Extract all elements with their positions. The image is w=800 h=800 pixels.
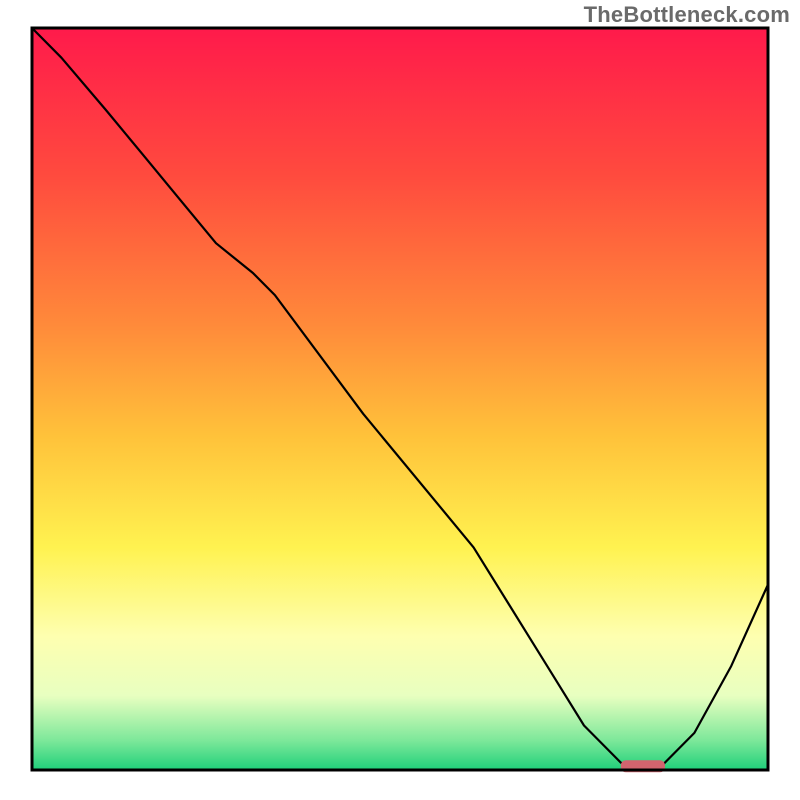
plot-background bbox=[32, 28, 768, 770]
chart-container: TheBottleneck.com bbox=[0, 0, 800, 800]
bottleneck-chart bbox=[0, 0, 800, 800]
